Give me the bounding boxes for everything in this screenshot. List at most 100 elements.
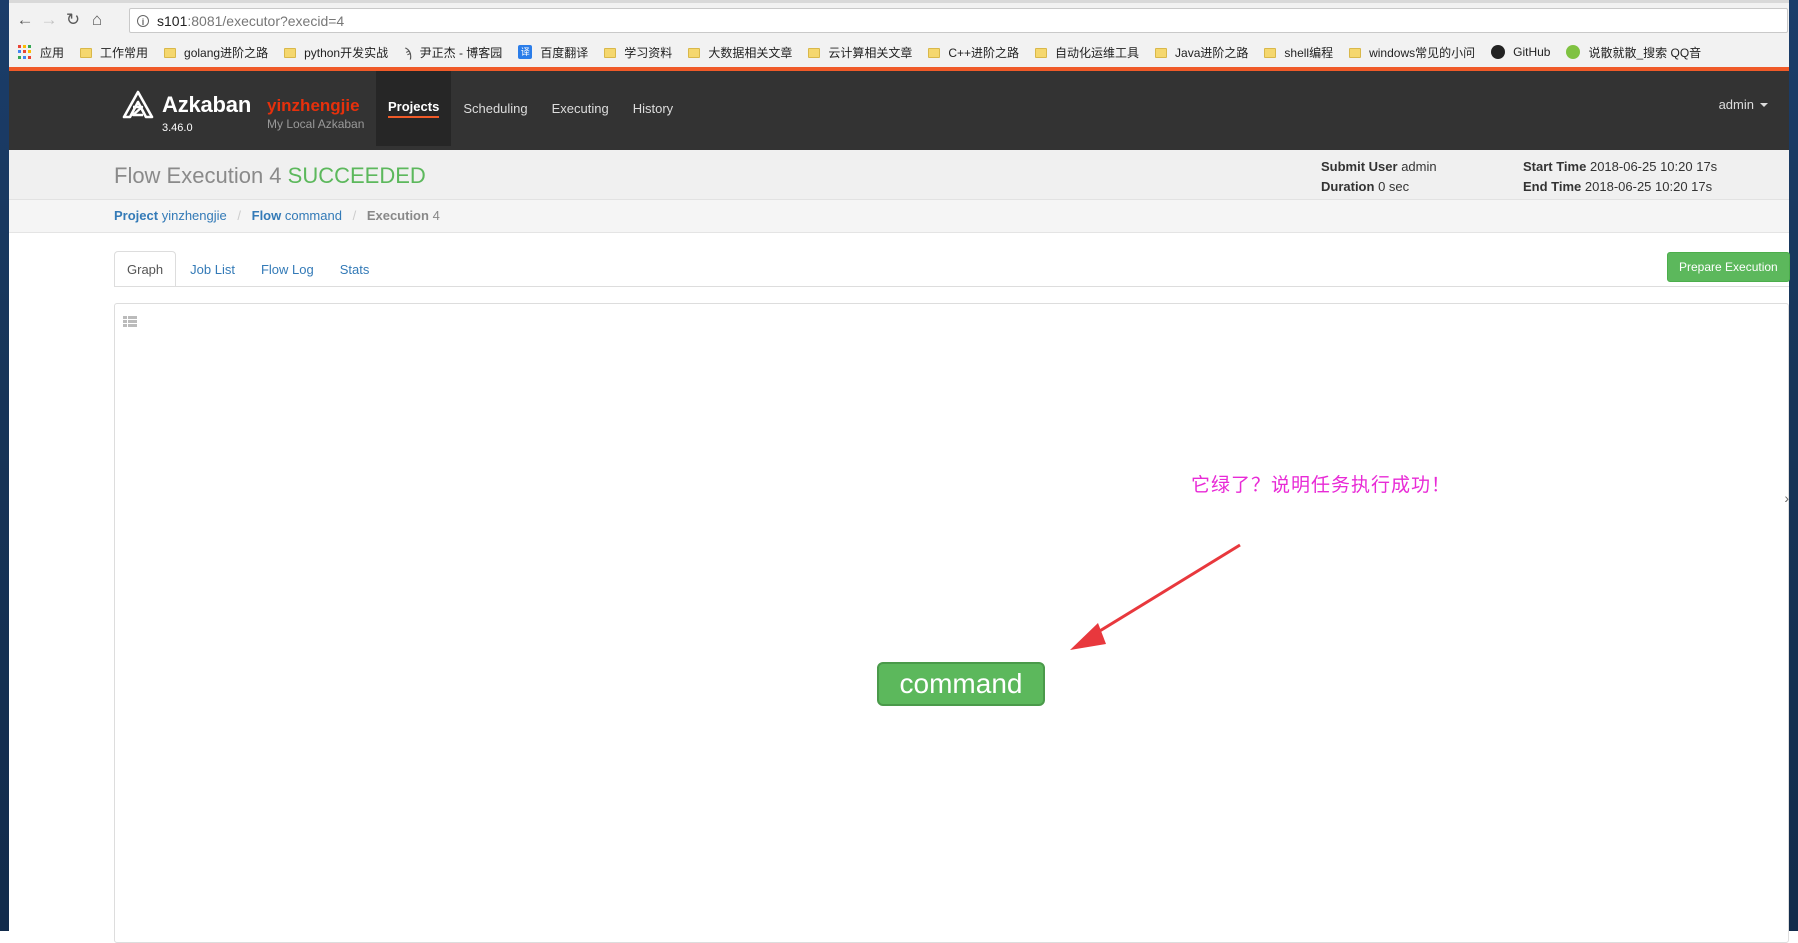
bookmark-item[interactable]: 译百度翻译 <box>518 44 588 61</box>
bookmark-label: 云计算相关文章 <box>828 45 913 60</box>
bookmark-item[interactable]: 云计算相关文章 <box>808 44 912 61</box>
feather-icon: ϡ <box>404 44 412 60</box>
duration-value: 0 sec <box>1378 179 1410 194</box>
reload-icon[interactable]: ↻ <box>62 9 84 31</box>
folder-icon <box>1155 48 1168 58</box>
instance-description: My Local Azkaban <box>267 117 365 131</box>
bookmark-label: 大数据相关文章 <box>708 45 793 60</box>
azkaban-logo-icon <box>122 90 154 119</box>
breadcrumb-separator: / <box>352 208 357 223</box>
github-icon <box>1491 45 1506 59</box>
bookmark-label: shell编程 <box>1284 45 1334 60</box>
tab-stats[interactable]: Stats <box>328 251 382 287</box>
bookmark-label: 学习资料 <box>624 45 673 60</box>
tab-flow-log[interactable]: Flow Log <box>249 251 326 287</box>
job-node-command[interactable]: command <box>877 662 1045 706</box>
execution-tabs: Graph Job List Flow Log Stats <box>114 251 383 287</box>
list-toggle-icon[interactable] <box>123 316 137 327</box>
forward-icon[interactable]: → <box>38 9 60 31</box>
bookmark-item[interactable]: Java进阶之路 <box>1155 44 1248 61</box>
azkaban-header: Azkaban 3.46.0 yinzhengjie My Local Azka… <box>9 67 1789 150</box>
bookmark-label: python开发实战 <box>304 45 389 60</box>
breadcrumb-separator: / <box>237 208 241 223</box>
bookmark-label: 尹正杰 - 博客园 <box>419 45 503 60</box>
tab-strip <box>9 0 1789 3</box>
breadcrumb-flow-label: Flow <box>251 208 282 223</box>
bookmark-label: windows常见的小问 <box>1369 45 1476 60</box>
status-badge: SUCCEEDED <box>287 163 426 188</box>
flow-meta-left: Submit User admin Duration 0 sec <box>1321 157 1437 197</box>
bookmark-item[interactable]: shell编程 <box>1264 44 1333 61</box>
nav-executing[interactable]: Executing <box>540 71 621 146</box>
browser-chrome: ← → ↻ ⌂ i s101:8081/executor?execid=4 应用… <box>9 0 1789 67</box>
bookmark-item[interactable]: 说散就散_搜索 QQ音 <box>1566 44 1701 61</box>
folder-icon <box>1349 48 1362 58</box>
prepare-execution-button[interactable]: Prepare Execution <box>1667 252 1790 282</box>
back-icon[interactable]: ← <box>14 9 36 31</box>
bookmark-item[interactable]: 自动化运维工具 <box>1035 44 1139 61</box>
translate-icon: 译 <box>518 45 533 59</box>
bookmark-item[interactable]: golang进阶之路 <box>164 44 268 61</box>
bookmark-label: Java进阶之路 <box>1175 45 1249 60</box>
bookmark-item[interactable]: windows常见的小问 <box>1349 44 1475 61</box>
breadcrumb-execution-value: 4 <box>432 208 440 223</box>
breadcrumb-project[interactable]: Project yinzhengjie <box>114 208 227 223</box>
bookmark-item[interactable]: 工作常用 <box>80 44 148 61</box>
desktop-background-right <box>1789 0 1798 931</box>
folder-icon <box>80 48 93 58</box>
submit-user-label: Submit User <box>1321 159 1398 174</box>
bookmark-item[interactable]: ϡ 尹正杰 - 博客园 <box>404 44 502 61</box>
graph-panel[interactable]: command <box>114 303 1789 943</box>
bookmark-item[interactable]: 学习资料 <box>604 44 672 61</box>
breadcrumb-project-label: Project <box>114 208 159 223</box>
folder-icon <box>284 48 297 58</box>
bookmark-item[interactable]: python开发实战 <box>284 44 388 61</box>
breadcrumb-flow-value: command <box>284 208 342 223</box>
address-bar[interactable]: i s101:8081/executor?execid=4 <box>129 8 1788 33</box>
breadcrumb-flow[interactable]: Flow command <box>252 208 342 223</box>
url-text: s101:8081/executor?execid=4 <box>157 13 344 29</box>
tab-graph[interactable]: Graph <box>114 251 177 287</box>
apps-grid-icon <box>18 45 32 59</box>
nav-label: History <box>632 101 674 116</box>
nav-label: Scheduling <box>463 101 528 116</box>
nav-label: Projects <box>388 99 440 118</box>
bookmark-item[interactable]: GitHub <box>1491 45 1550 59</box>
instance-name: yinzhengjie <box>267 96 360 115</box>
breadcrumb-execution-label: Execution <box>366 208 429 223</box>
nav-scheduling[interactable]: Scheduling <box>451 71 539 146</box>
duration-label: Duration <box>1321 179 1375 194</box>
bookmark-item[interactable]: 应用 <box>18 44 64 61</box>
breadcrumb-project-value: yinzhengjie <box>161 208 227 223</box>
bookmark-label: GitHub <box>1513 45 1551 59</box>
breadcrumb-execution: Execution 4 <box>367 208 440 223</box>
folder-icon <box>164 48 177 58</box>
site-info-icon[interactable]: i <box>137 14 149 27</box>
user-name: admin <box>1718 97 1754 112</box>
nav-projects[interactable]: Projects <box>376 71 452 146</box>
desktop-background-left <box>0 0 9 931</box>
bookmarks-bar: 应用 工作常用 golang进阶之路 python开发实战 ϡ 尹正杰 - 博客园译百度翻… <box>9 40 1789 64</box>
submit-user-value: admin <box>1401 159 1437 174</box>
folder-icon <box>1035 48 1048 58</box>
folder-icon <box>928 48 941 58</box>
tab-job-list[interactable]: Job List <box>178 251 247 287</box>
url-path: :8081/executor?execid=4 <box>187 12 345 29</box>
flow-header: Flow Execution 4 SUCCEEDED Submit User a… <box>9 150 1789 200</box>
home-icon[interactable]: ⌂ <box>86 9 108 31</box>
user-menu[interactable]: admin <box>1719 97 1768 112</box>
start-time-value: 2018-06-25 10:20 17s <box>1589 159 1718 174</box>
main-nav: Projects Scheduling Executing History <box>376 71 685 146</box>
url-host: s101 <box>157 12 188 29</box>
bookmark-item[interactable]: C++进阶之路 <box>928 44 1019 61</box>
annotation-text: 它绿了？说明任务执行成功！ <box>1191 474 1452 496</box>
qq-music-icon <box>1566 45 1581 59</box>
annotation-arrow-icon <box>1070 543 1241 650</box>
tabs-divider <box>114 286 1789 287</box>
bookmark-label: C++进阶之路 <box>948 45 1020 60</box>
nav-history[interactable]: History <box>621 71 685 146</box>
bookmark-item[interactable]: 大数据相关文章 <box>688 44 792 61</box>
scroll-indicator-icon: › <box>1784 490 1789 506</box>
breadcrumb-bar: Project yinzhengjie / Flow command / Exe… <box>9 200 1789 233</box>
brand-version: 3.46.0 <box>162 122 193 134</box>
